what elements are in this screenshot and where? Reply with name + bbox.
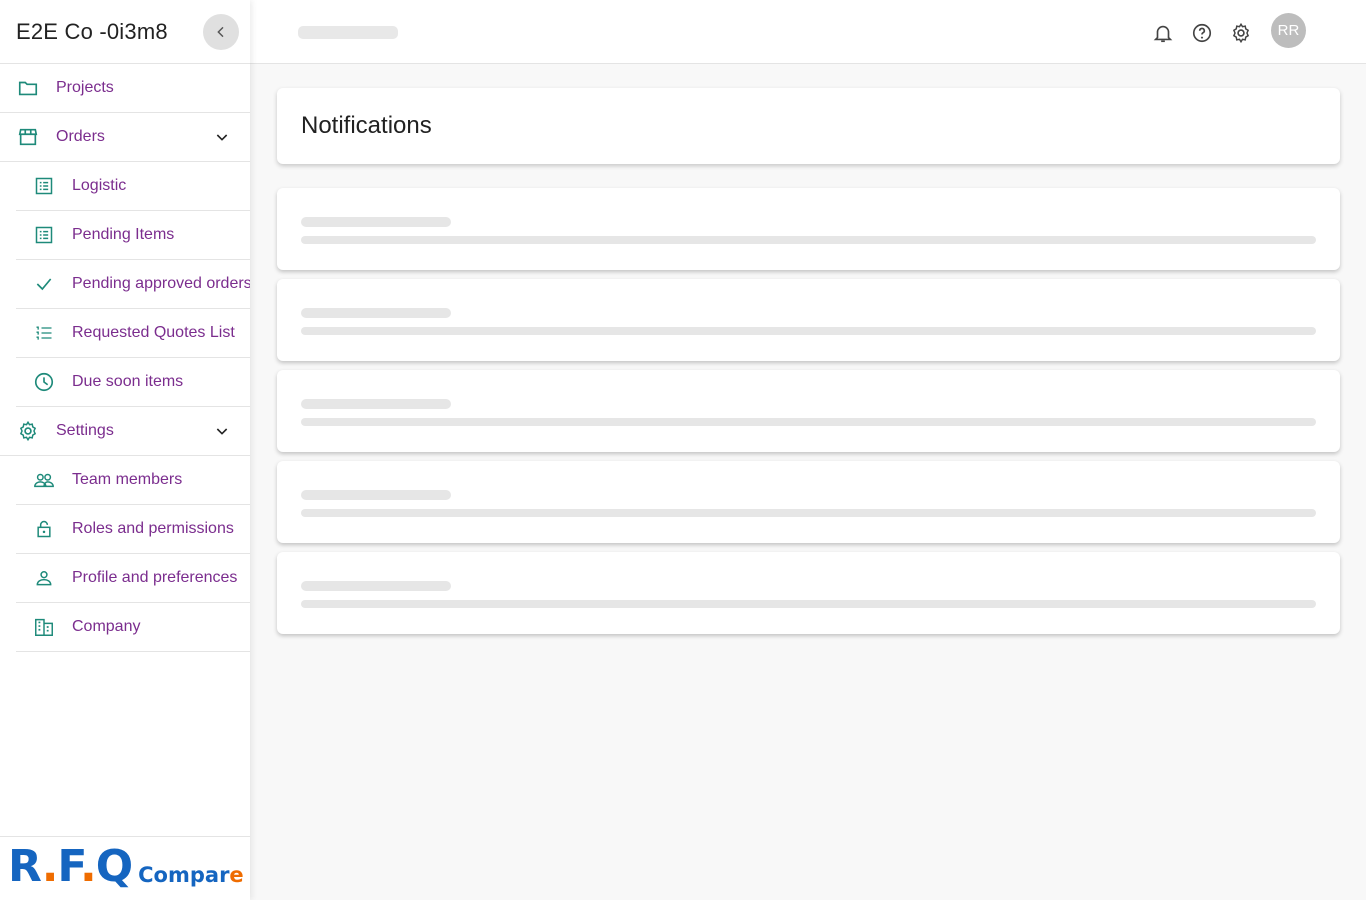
sidebar-item-profile-and-preferences[interactable]: Profile and preferences	[16, 554, 250, 603]
sidebar-item-label: Team members	[72, 471, 183, 488]
help-icon[interactable]	[1189, 20, 1215, 46]
breadcrumb-skeleton	[298, 26, 398, 39]
sidebar-header: E2E Co -0i3m8	[0, 0, 250, 64]
clock-icon	[32, 370, 56, 394]
skeleton-line-short	[301, 308, 451, 318]
gear-icon	[16, 419, 40, 443]
sidebar-item-roles-and-permissions[interactable]: Roles and permissions	[16, 505, 250, 554]
lock-icon	[32, 517, 56, 541]
logo-dot: .	[80, 841, 97, 892]
sidebar-item-label: Due soon items	[72, 373, 184, 390]
sidebar-footer: R.F.Q Compare	[0, 836, 250, 900]
sidebar-item-label: Settings	[56, 422, 114, 439]
sidebar: E2E Co -0i3m8 Projects Orders Logistic P…	[0, 0, 250, 900]
skeleton-line-short	[301, 399, 451, 409]
page-title: Notifications	[301, 112, 432, 139]
notification-skeleton-card	[277, 370, 1340, 452]
chevron-down-icon[interactable]	[210, 125, 234, 149]
rfq-compare-logo: R.F.Q Compare	[8, 845, 244, 889]
notification-skeleton-card	[277, 552, 1340, 634]
sidebar-item-pending-approved-orders[interactable]: Pending approved orders	[16, 260, 250, 309]
skeleton-line-long	[301, 418, 1316, 426]
sidebar-item-projects[interactable]: Projects	[0, 64, 250, 113]
logo-letter: F	[57, 841, 81, 892]
top-bar: RR	[250, 0, 1366, 64]
sidebar-item-requested-quotes-list[interactable]: Requested Quotes List	[16, 309, 250, 358]
list-alt-icon	[32, 174, 56, 198]
sidebar-item-due-soon-items[interactable]: Due soon items	[16, 358, 250, 407]
chevron-down-icon[interactable]	[210, 419, 234, 443]
skeleton-line-long	[301, 236, 1316, 244]
gear-icon[interactable]	[1228, 20, 1254, 46]
skeleton-line-short	[301, 581, 451, 591]
page-title-card: Notifications	[277, 88, 1340, 164]
sidebar-item-orders[interactable]: Orders	[0, 113, 250, 162]
company-name: E2E Co -0i3m8	[16, 18, 168, 44]
skeleton-line-short	[301, 217, 451, 227]
sidebar-item-settings[interactable]: Settings	[0, 407, 250, 456]
storefront-icon	[16, 125, 40, 149]
avatar[interactable]: RR	[1271, 13, 1306, 48]
sidebar-item-label: Profile and preferences	[72, 569, 238, 586]
sidebar-item-label: Orders	[56, 128, 105, 145]
skeleton-line-long	[301, 509, 1316, 517]
skeleton-line-short	[301, 490, 451, 500]
logo-compare-accent: e	[229, 863, 244, 887]
sidebar-item-logistic[interactable]: Logistic	[16, 162, 250, 211]
skeleton-line-long	[301, 600, 1316, 608]
people-icon	[32, 468, 56, 492]
building-icon	[32, 615, 56, 639]
sidebar-item-label: Pending approved orders	[72, 275, 250, 292]
notification-skeleton-card	[277, 188, 1340, 270]
folder-icon	[16, 76, 40, 100]
sidebar-item-label: Requested Quotes List	[72, 324, 235, 341]
format-list-numbered-icon	[32, 321, 56, 345]
sidebar-item-label: Logistic	[72, 177, 127, 194]
main-content: Notifications	[277, 88, 1340, 643]
logo-dot: .	[41, 841, 59, 892]
check-icon	[32, 272, 56, 296]
chevron-left-icon	[217, 26, 224, 38]
sidebar-item-label: Projects	[56, 79, 114, 96]
sidebar-item-label: Pending Items	[72, 226, 175, 243]
sidebar-item-label: Roles and permissions	[72, 520, 234, 537]
logo-letter: R	[8, 841, 43, 892]
notification-list	[277, 188, 1340, 634]
sidebar-item-team-members[interactable]: Team members	[16, 456, 250, 505]
notification-skeleton-card	[277, 279, 1340, 361]
bell-icon[interactable]	[1150, 20, 1176, 46]
list-alt-icon	[32, 223, 56, 247]
person-icon	[32, 566, 56, 590]
sidebar-item-company[interactable]: Company	[16, 603, 250, 652]
logo-compare: Compare	[138, 863, 244, 887]
sidebar-item-pending-items[interactable]: Pending Items	[16, 211, 250, 260]
logo-letter: Q	[95, 841, 133, 892]
collapse-sidebar-button[interactable]	[203, 14, 239, 50]
skeleton-line-long	[301, 327, 1316, 335]
logo-compare-text: Compar	[138, 863, 230, 887]
notification-skeleton-card	[277, 461, 1340, 543]
sidebar-item-label: Company	[72, 618, 141, 635]
logo-rfq: R.F.Q	[8, 845, 133, 889]
